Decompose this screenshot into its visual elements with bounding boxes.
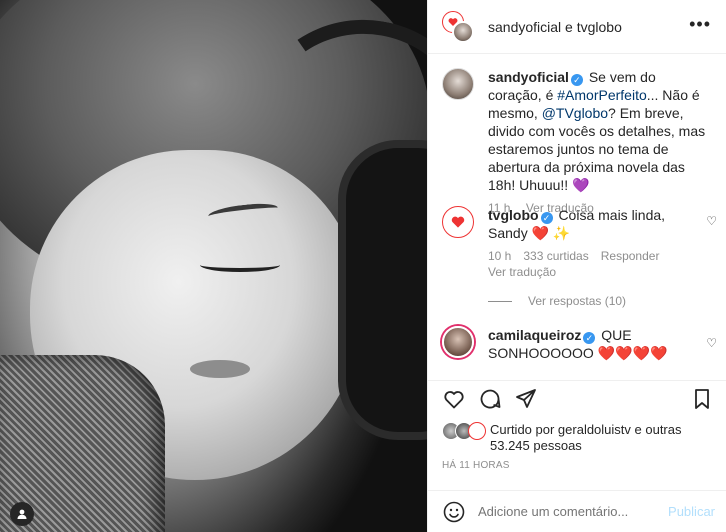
- comment-input[interactable]: [478, 504, 669, 519]
- comment-body: camilaqueiroz ✓ QUE SONHOOOOOO ❤️❤️❤️❤️: [488, 326, 708, 362]
- likes-summary: Curtido por geraldoluistv e outras 53.24…: [442, 420, 722, 460]
- see-translation-link[interactable]: Ver tradução: [488, 265, 556, 279]
- caption-username[interactable]: sandyoficial: [488, 69, 569, 85]
- comment-like-heart-icon[interactable]: ♡: [706, 214, 717, 228]
- view-replies-button[interactable]: Ver respostas (10): [488, 294, 626, 308]
- photo-lips: [190, 360, 250, 378]
- verified-icon: ✓: [570, 74, 583, 86]
- liked-by-text[interactable]: Curtido por geraldoluistv e outras 53.24…: [490, 422, 710, 454]
- tvglobo-comment-avatar[interactable]: [442, 206, 474, 238]
- comments-list[interactable]: sandyoficial ✓ Se vem do coração, é #Amor…: [428, 55, 726, 380]
- tagged-users-icon[interactable]: [10, 502, 34, 526]
- comment-username[interactable]: tvglobo: [488, 207, 539, 223]
- comment-like-heart-icon[interactable]: ♡: [706, 336, 717, 350]
- photo-closed-eye: [200, 258, 280, 272]
- heart-icon[interactable]: [442, 387, 466, 411]
- post-photo[interactable]: [0, 0, 427, 532]
- liker-avatar[interactable]: [468, 422, 486, 440]
- post-timestamp[interactable]: HÁ 11 HORAS: [442, 460, 510, 471]
- share-icon[interactable]: [514, 387, 538, 411]
- post-side-panel: sandyoficial e tvglobo ••• sandyoficial ✓…: [427, 0, 726, 532]
- comment-body: tvglobo ✓ Coisa mais linda, Sandy ❤️ ✨ 10…: [488, 206, 708, 280]
- post-actions: [428, 380, 726, 420]
- camilaqueiroz-avatar[interactable]: [442, 326, 474, 358]
- more-icon[interactable]: •••: [689, 14, 711, 35]
- publish-button[interactable]: Publicar: [668, 504, 715, 519]
- replies-divider: [488, 300, 512, 302]
- add-comment-bar: Publicar: [428, 490, 726, 532]
- caption-avatar[interactable]: [442, 68, 474, 100]
- photo-headphone: [338, 140, 427, 440]
- verified-icon: ✓: [540, 212, 553, 224]
- view-replies-label: Ver respostas (10): [528, 294, 627, 308]
- verified-icon: ✓: [583, 332, 596, 344]
- emoji-icon[interactable]: [442, 500, 466, 524]
- comment-meta: 10 h 333 curtidas Responder Ver tradução: [488, 248, 708, 280]
- mention-link[interactable]: @TVglobo: [542, 105, 608, 121]
- comment-username[interactable]: camilaqueiroz: [488, 327, 581, 343]
- comment-likes[interactable]: 333 curtidas: [523, 249, 588, 263]
- post-owner-names[interactable]: sandyoficial e tvglobo: [488, 19, 622, 35]
- collab-avatars[interactable]: [442, 10, 474, 43]
- comment-time[interactable]: 10 h: [488, 249, 511, 263]
- bookmark-icon[interactable]: [690, 387, 714, 411]
- sandyoficial-avatar: [452, 20, 474, 43]
- comment-icon[interactable]: [478, 387, 502, 411]
- post-header: sandyoficial e tvglobo •••: [428, 0, 726, 54]
- hashtag-link[interactable]: #AmorPerfeito: [557, 87, 646, 103]
- caption-body: sandyoficial ✓ Se vem do coração, é #Amor…: [488, 68, 708, 216]
- reply-button[interactable]: Responder: [601, 249, 660, 263]
